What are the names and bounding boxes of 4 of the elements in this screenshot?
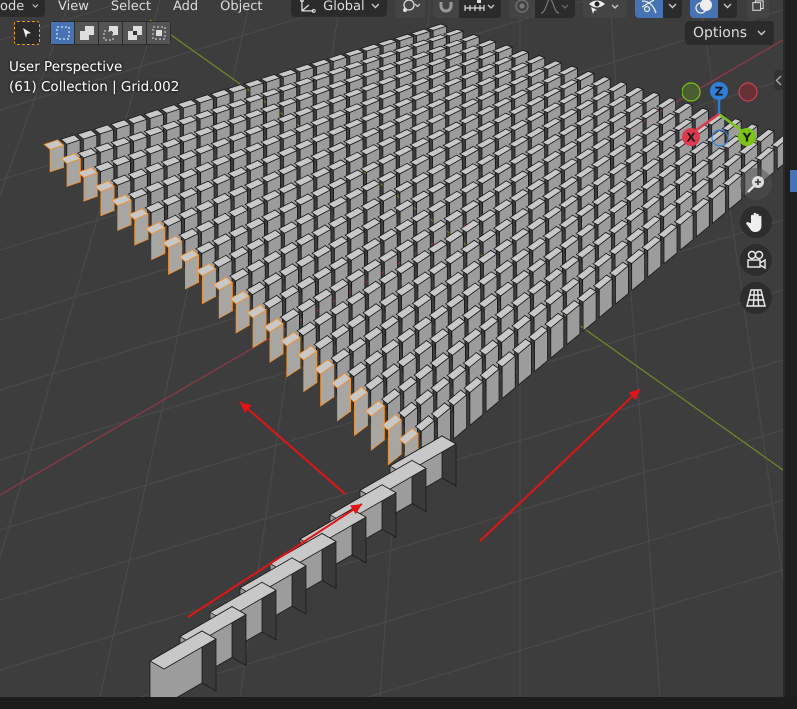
view-name-label: User Perspective: [9, 59, 122, 75]
options-dropdown[interactable]: Options: [684, 21, 774, 45]
collection-label: (61) Collection | Grid.002: [9, 79, 180, 95]
axis-gizmo[interactable]: Z X Y: [682, 82, 758, 152]
